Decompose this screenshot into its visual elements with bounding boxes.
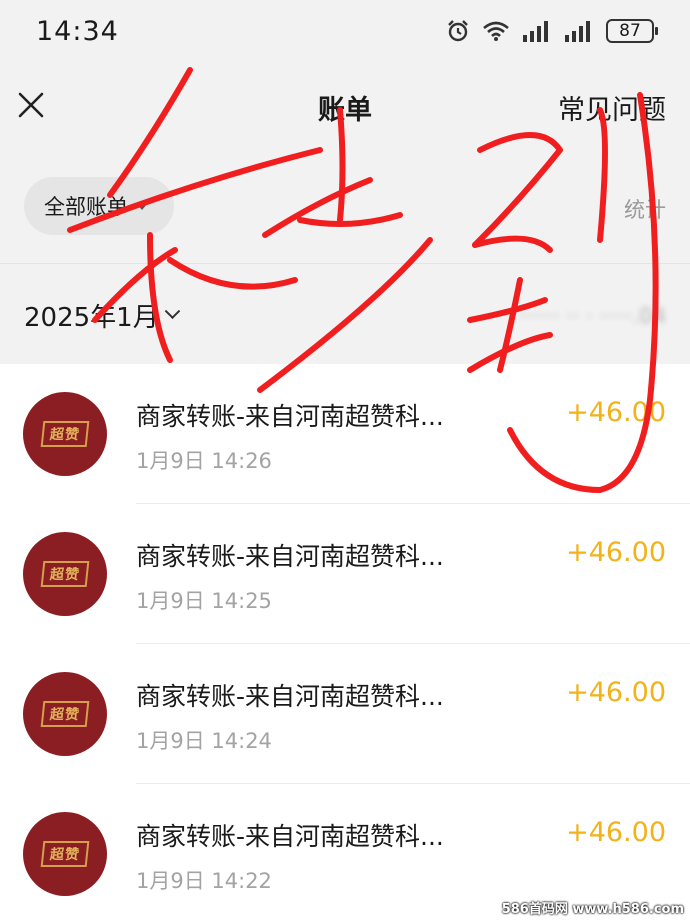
month-selector[interactable]: 2025年1月	[24, 297, 180, 334]
signal-icon	[523, 21, 548, 42]
transaction-title: 商家转账-来自河南超赞科...	[136, 402, 444, 431]
stats-link[interactable]: 统计	[624, 194, 666, 224]
transaction-time: 1月9日 14:24	[136, 729, 272, 753]
watermark: 586首码网 www.h586.com	[501, 902, 684, 917]
month-label: 2025年1月	[24, 303, 159, 333]
close-button[interactable]	[14, 88, 48, 122]
transaction-time: 1月9日 14:22	[136, 869, 272, 893]
merchant-logo: 超赞	[40, 561, 90, 587]
close-icon	[18, 92, 44, 118]
merchant-avatar: 超赞	[23, 672, 107, 756]
transaction-amount: +46.00	[566, 537, 666, 568]
transaction-time: 1月9日 14:25	[136, 589, 272, 613]
transaction-title: 商家转账-来自河南超赞科...	[136, 542, 444, 571]
battery-indicator: 87	[606, 19, 658, 43]
wifi-icon	[483, 21, 509, 41]
merchant-logo: 超赞	[40, 841, 90, 867]
transaction-row[interactable]: 超赞 商家转账-来自河南超赞科... 1月9日 14:24 +46.00	[0, 644, 690, 784]
transaction-row[interactable]: 超赞 商家转账-来自河南超赞科... 1月9日 14:26 +46.00	[0, 364, 690, 504]
merchant-avatar: 超赞	[23, 532, 107, 616]
nav-bar: 账单 常见问题	[0, 62, 690, 152]
transaction-row[interactable]: 超赞 商家转账-来自河南超赞科... 1月9日 14:25 +46.00	[0, 504, 690, 644]
month-summary: ······ ·· · ·····.04	[519, 304, 666, 328]
transaction-title: 商家转账-来自河南超赞科...	[136, 682, 444, 711]
merchant-logo: 超赞	[40, 701, 90, 727]
bill-filter-label: 全部账单	[44, 195, 128, 219]
transaction-amount: +46.00	[566, 397, 666, 428]
month-header: 2025年1月 ······ ·· · ·····.04	[0, 264, 690, 364]
filter-row: 全部账单 统计	[0, 152, 690, 264]
merchant-avatar: 超赞	[23, 392, 107, 476]
transaction-title: 商家转账-来自河南超赞科...	[136, 822, 444, 851]
alarm-icon	[448, 20, 468, 42]
status-bar: 14:34 87	[0, 0, 690, 62]
signal-icon-2	[565, 21, 590, 42]
merchant-avatar: 超赞	[23, 812, 107, 896]
transaction-time: 1月9日 14:26	[136, 449, 272, 473]
bill-filter-dropdown[interactable]: 全部账单	[24, 177, 174, 235]
caret-down-icon	[136, 202, 148, 210]
status-icons: 87	[446, 18, 658, 44]
merchant-logo: 超赞	[40, 421, 90, 447]
transaction-list: 超赞 商家转账-来自河南超赞科... 1月9日 14:26 +46.00 超赞 …	[0, 364, 690, 921]
transaction-amount: +46.00	[566, 677, 666, 708]
status-time: 14:34	[36, 16, 119, 47]
transaction-amount: +46.00	[566, 817, 666, 848]
faq-link[interactable]: 常见问题	[558, 88, 666, 127]
chevron-down-icon	[164, 303, 180, 320]
